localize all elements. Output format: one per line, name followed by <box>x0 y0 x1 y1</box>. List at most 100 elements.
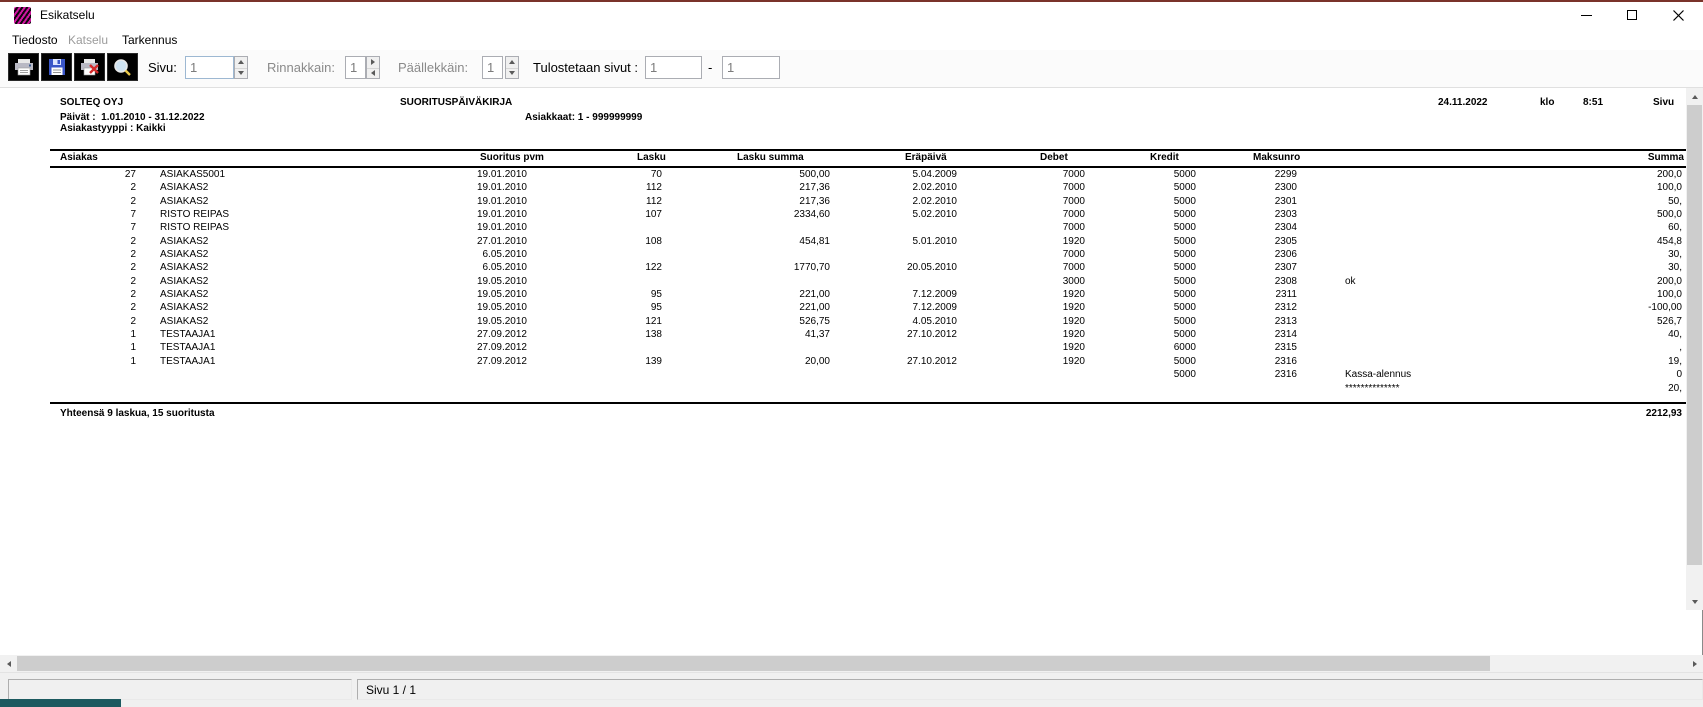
cell-maksunro: 2314 <box>1197 329 1297 340</box>
maximize-icon <box>1627 10 1637 20</box>
cell-lasku-summa: 2334,60 <box>690 209 830 220</box>
cell-asiakas-nro: 7 <box>60 222 136 233</box>
print-range-separator: - <box>708 60 712 75</box>
scroll-right-button[interactable] <box>1686 655 1703 672</box>
cell-lasku-summa: 221,00 <box>690 289 830 300</box>
overlap-input[interactable] <box>482 56 503 79</box>
table-row: ************** 20, <box>0 383 1686 396</box>
table-row: 2 ASIAKAS2 19.05.2010 3000 5000 2308 ok … <box>0 276 1686 289</box>
maximize-button[interactable] <box>1609 2 1655 28</box>
cell-summa: 100,0 <box>1530 289 1682 300</box>
menu-tarkennus[interactable]: Tarkennus <box>116 31 183 49</box>
preview-page: SOLTEQ OYJ SUORITUSPÄIVÄKIRJA 24.11.2022… <box>0 88 1686 655</box>
esikatselu-window: Esikatselu Tiedosto Katselu Tarkennus <box>0 0 1703 707</box>
menu-katselu: Katselu <box>62 31 114 49</box>
cell-asiakas-nro: 2 <box>60 182 136 193</box>
desktop-background-sliver <box>0 699 121 707</box>
scroll-left-button[interactable] <box>0 655 17 672</box>
cell-asiakas-nro: 27 <box>60 169 136 180</box>
cell-erapaiva: 5.04.2009 <box>840 169 957 180</box>
page-label: Sivu: <box>148 60 177 75</box>
cell-debet: 7000 <box>985 249 1085 260</box>
scroll-down-button[interactable] <box>1686 593 1703 610</box>
arrow-down-icon <box>1692 600 1698 604</box>
cell-suoritus-pvm: 19.05.2010 <box>380 276 527 287</box>
col-header-debet: Debet <box>1040 152 1068 163</box>
cell-erapaiva: 27.10.2012 <box>840 356 957 367</box>
cell-maksunro: 2307 <box>1197 262 1297 273</box>
vertical-scroll-thumb[interactable] <box>1687 105 1702 565</box>
col-header-kredit: Kredit <box>1150 152 1179 163</box>
print-range-from-input[interactable] <box>645 56 702 79</box>
cell-suoritus-pvm: 19.01.2010 <box>380 222 527 233</box>
cell-kredit: 5000 <box>1096 262 1196 273</box>
cancel-print-button[interactable] <box>74 53 105 81</box>
col-header-maksunro: Maksunro <box>1253 152 1300 163</box>
spin-left-icon[interactable] <box>367 68 379 79</box>
scroll-up-button[interactable] <box>1686 88 1703 105</box>
arrow-right-icon <box>1693 661 1697 667</box>
overlap-spinner[interactable] <box>505 56 519 79</box>
vertical-scrollbar[interactable] <box>1686 88 1703 610</box>
cell-asiakas-nro: 1 <box>60 329 136 340</box>
horizontal-scrollbar[interactable] <box>0 655 1703 672</box>
col-header-asiakas: Asiakas <box>60 152 98 163</box>
menubar: Tiedosto Katselu Tarkennus <box>0 28 1703 50</box>
save-button[interactable] <box>41 53 72 81</box>
cell-erapaiva: 20.05.2010 <box>840 262 957 273</box>
report-total-sum: 2212,93 <box>1530 408 1682 419</box>
across-spinner[interactable] <box>366 56 380 79</box>
col-header-suoritus-pvm: Suoritus pvm <box>480 152 544 163</box>
minimize-button[interactable] <box>1563 2 1609 28</box>
cell-lasku-summa: 500,00 <box>690 169 830 180</box>
cell-lasku: 70 <box>540 169 662 180</box>
cell-erapaiva: 2.02.2010 <box>840 196 957 207</box>
cell-suoritus-pvm: 6.05.2010 <box>380 262 527 273</box>
cell-suoritus-pvm: 19.05.2010 <box>380 316 527 327</box>
across-label: Rinnakkain: <box>267 60 335 75</box>
report-title: SUORITUSPÄIVÄKIRJA <box>400 97 512 108</box>
cell-kredit: 5000 <box>1096 249 1196 260</box>
cell-erapaiva: 5.02.2010 <box>840 209 957 220</box>
col-header-summa: Summa <box>1648 152 1684 163</box>
spin-right-icon[interactable] <box>367 57 379 68</box>
cell-maksunro: 2300 <box>1197 182 1297 193</box>
cell-maksunro: 2299 <box>1197 169 1297 180</box>
cell-summa: 19, <box>1530 356 1682 367</box>
status-page-info: Sivu 1 / 1 <box>357 679 1703 700</box>
cell-lasku: 122 <box>540 262 662 273</box>
close-button[interactable] <box>1655 2 1701 28</box>
cell-suoritus-pvm: 6.05.2010 <box>380 249 527 260</box>
cell-asiakas-nro: 2 <box>60 289 136 300</box>
cell-lasku-summa: 526,75 <box>690 316 830 327</box>
overlap-label: Päällekkäin: <box>398 60 468 75</box>
cell-lasku: 112 <box>540 196 662 207</box>
cell-suoritus-pvm: 19.01.2010 <box>380 196 527 207</box>
cell-summa: 500,0 <box>1530 209 1682 220</box>
across-input[interactable] <box>345 56 366 79</box>
print-range-to-input[interactable] <box>722 56 780 79</box>
status-panel-empty <box>8 679 352 700</box>
cell-lasku-summa: 1770,70 <box>690 262 830 273</box>
cell-maksunro: 2316 <box>1197 369 1297 380</box>
print-button[interactable] <box>8 53 39 81</box>
page-input[interactable] <box>185 56 234 79</box>
cell-suoritus-pvm: 19.01.2010 <box>380 182 527 193</box>
table-row: 27 ASIAKAS5001 19.01.2010 70 500,00 5.04… <box>0 169 1686 182</box>
close-icon <box>1673 10 1684 21</box>
cell-maksunro: 2308 <box>1197 276 1297 287</box>
spin-down-icon[interactable] <box>235 68 247 79</box>
cell-summa: 20, <box>1530 383 1682 394</box>
spin-up-icon[interactable] <box>506 57 518 68</box>
spin-down-icon[interactable] <box>506 68 518 79</box>
report-page-word: Sivu <box>1653 97 1674 108</box>
zoom-button[interactable] <box>107 53 138 81</box>
horizontal-scroll-thumb[interactable] <box>17 656 1490 671</box>
spin-up-icon[interactable] <box>235 57 247 68</box>
page-spinner[interactable] <box>234 56 248 79</box>
col-header-erapaiva: Eräpäivä <box>905 152 947 163</box>
cell-kredit: 5000 <box>1096 369 1196 380</box>
cell-kredit: 5000 <box>1096 302 1196 313</box>
menu-tiedosto[interactable]: Tiedosto <box>6 31 64 49</box>
cell-debet: 7000 <box>985 196 1085 207</box>
